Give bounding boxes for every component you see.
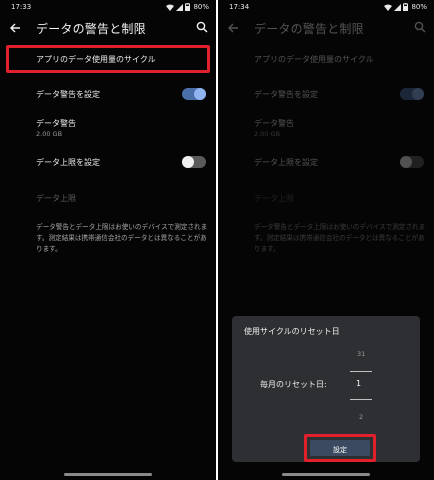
app-bar: データの警告と制限: [218, 14, 434, 42]
page-title: データの警告と制限: [254, 22, 364, 36]
set-button-label: 設定: [333, 446, 347, 454]
reset-day-dialog: 使用サイクルのリセット日 31 毎月のリセット日: 1 2 設定: [232, 316, 420, 462]
data-limit-switch: [400, 156, 424, 168]
search-icon: [414, 21, 426, 33]
data-limit-label: データ上限: [36, 194, 76, 203]
set-button[interactable]: 設定: [304, 434, 376, 462]
back-arrow-icon[interactable]: [9, 22, 21, 34]
navigation-handle[interactable]: [64, 473, 152, 476]
wifi-icon: [384, 4, 393, 11]
data-warning-switch: [400, 88, 424, 100]
data-description-text: データ警告とデータ上限はお使いのデバイスで測定されます。測定結果は携帯通信会社の…: [254, 223, 426, 253]
status-time: 17:34: [229, 3, 250, 11]
switch-knob: [182, 156, 194, 168]
picker-divider-top: [350, 371, 372, 372]
switch-knob: [194, 88, 206, 100]
battery-icon: [185, 3, 191, 11]
data-limit-toggle-row[interactable]: データ上限を設定: [0, 152, 216, 174]
switch-knob: [412, 88, 424, 100]
battery-icon: [403, 3, 409, 11]
signal-icon: [394, 3, 402, 11]
data-warning-label: データ警告: [36, 119, 76, 128]
right-screenshot: 17:34 80% データの警告と制限 アプリのデータ使用量のサイクル データ警…: [218, 0, 434, 480]
data-warning-toggle-row: データ警告を設定: [218, 84, 434, 106]
picker-divider-bottom: [350, 399, 372, 400]
cycle-setting-row: アプリのデータ使用量のサイクル: [218, 45, 434, 73]
status-bar: 17:33 80%: [0, 0, 216, 14]
data-warning-toggle-label: データ警告を設定: [254, 90, 318, 99]
data-limit-label: データ上限: [254, 194, 294, 203]
data-limit-toggle-label: データ上限を設定: [36, 158, 100, 167]
navigation-handle[interactable]: [282, 473, 370, 476]
page-title: データの警告と制限: [36, 22, 146, 36]
status-bar: 17:34 80%: [218, 0, 434, 14]
picker-label: 毎月のリセット日:: [260, 380, 327, 389]
status-icons: 80%: [384, 3, 427, 11]
status-time: 17:33: [11, 3, 32, 11]
data-warning-toggle-row[interactable]: データ警告を設定: [0, 84, 216, 106]
status-icons: 80%: [166, 3, 209, 11]
data-warning-value: 2.00 GB: [36, 130, 63, 138]
set-button-fill: 設定: [310, 440, 370, 456]
dialog-title: 使用サイクルのリセット日: [244, 327, 340, 336]
switch-knob: [400, 156, 412, 168]
battery-percent: 80%: [411, 3, 427, 11]
wifi-icon: [166, 4, 175, 11]
left-screenshot: 17:33 80% データの警告と制限 アプリのデータ使用量のサイクル データ警…: [0, 0, 216, 480]
search-icon[interactable]: [196, 21, 208, 33]
picker-next-value[interactable]: 2: [359, 413, 363, 421]
data-description-text: データ警告とデータ上限はお使いのデバイスで測定されます。測定結果は携帯通信会社の…: [36, 223, 208, 253]
battery-percent: 80%: [193, 3, 209, 11]
data-warning-row: データ警告 2.00 GB: [218, 114, 434, 142]
app-bar: データの警告と制限: [0, 14, 216, 42]
data-warning-label: データ警告: [254, 119, 294, 128]
highlight-box: [6, 45, 210, 73]
data-limit-row: データ上限: [218, 188, 434, 208]
back-arrow-icon: [228, 23, 238, 33]
data-warning-toggle-label: データ警告を設定: [36, 90, 100, 99]
data-warning-row[interactable]: データ警告 2.00 GB: [0, 114, 216, 142]
picker-previous-value[interactable]: 31: [357, 350, 365, 358]
data-warning-switch[interactable]: [182, 88, 206, 100]
data-limit-toggle-label: データ上限を設定: [254, 158, 318, 167]
cycle-setting-label: アプリのデータ使用量のサイクル: [254, 55, 374, 64]
data-limit-toggle-row: データ上限を設定: [218, 152, 434, 174]
data-limit-switch[interactable]: [182, 156, 206, 168]
data-limit-row: データ上限: [0, 188, 216, 208]
signal-icon: [176, 3, 184, 11]
data-warning-value: 2.00 GB: [254, 130, 281, 138]
picker-current-value[interactable]: 1: [356, 379, 361, 388]
